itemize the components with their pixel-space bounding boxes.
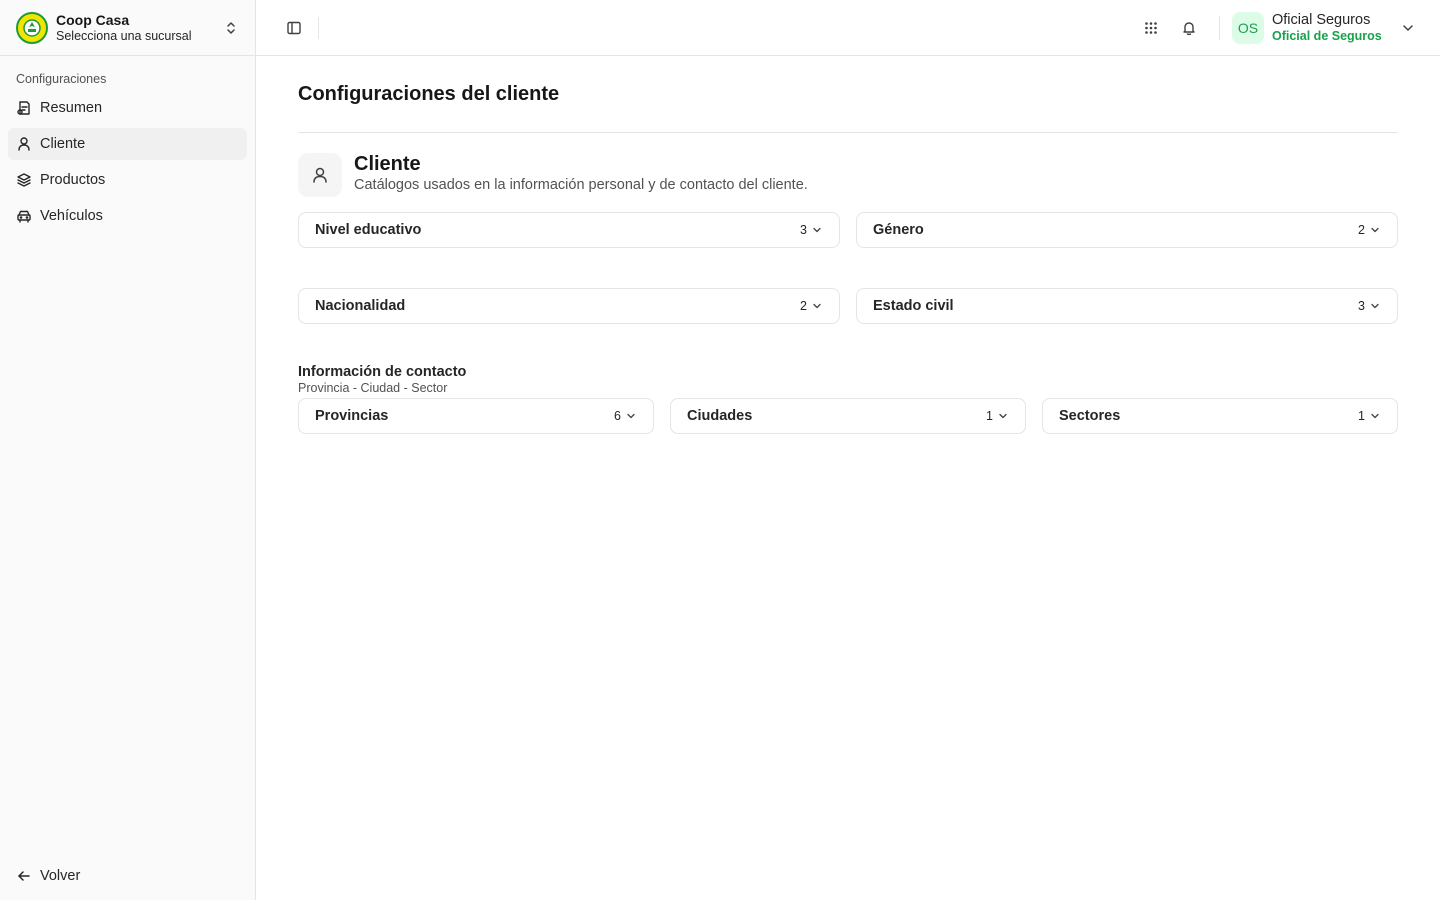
catalog-count: 3 xyxy=(800,223,807,237)
back-label: Volver xyxy=(40,868,81,884)
bell-icon xyxy=(1183,21,1195,35)
catalog-label: Género xyxy=(873,222,924,238)
grid-dots-icon xyxy=(1145,21,1157,34)
chevron-down-icon xyxy=(1403,24,1413,31)
catalog-nivel-educativo[interactable]: Nivel educativo 3 xyxy=(298,212,840,248)
catalog-count: 6 xyxy=(614,409,621,423)
back-button[interactable]: Volver xyxy=(8,860,248,892)
catalog-count: 3 xyxy=(1358,299,1365,313)
sidebar-item-resumen[interactable]: Resumen xyxy=(8,92,247,124)
coop-logo xyxy=(16,11,48,44)
catalog-ciudades[interactable]: Ciudades 1 xyxy=(670,398,1026,434)
section-header: Cliente Catálogos usados en la informaci… xyxy=(298,152,1398,197)
user-icon xyxy=(298,153,342,197)
catalog-label: Ciudades xyxy=(687,408,753,424)
catalog-label: Provincias xyxy=(315,408,389,424)
catalog-nacionalidad[interactable]: Nacionalidad 2 xyxy=(298,288,840,324)
sidebar: Coop Casa Selecciona una sucursal Config… xyxy=(0,0,256,900)
sidebar-toggle-button[interactable] xyxy=(280,14,308,42)
main-content: Configuraciones del cliente Cliente Catá… xyxy=(298,56,1398,434)
catalog-count: 1 xyxy=(986,409,993,423)
section-description: Catálogos usados en la información perso… xyxy=(354,177,808,193)
arrow-left-icon xyxy=(18,871,30,881)
catalog-count: 1 xyxy=(1358,409,1365,423)
header-divider xyxy=(1219,15,1220,40)
org-name: Coop Casa xyxy=(56,11,130,28)
nav-group-label: Configuraciones xyxy=(16,72,107,86)
chevron-down-icon xyxy=(813,227,821,233)
chevron-down-icon xyxy=(813,303,821,309)
chevron-down-icon xyxy=(1371,303,1379,309)
page-title: Configuraciones del cliente xyxy=(298,83,560,105)
user-name: Oficial Seguros xyxy=(1272,11,1371,28)
sidebar-item-label: Productos xyxy=(40,172,106,188)
notifications-button[interactable] xyxy=(1173,12,1205,44)
chevrons-up-down-icon xyxy=(227,21,235,34)
sidebar-item-cliente[interactable]: Cliente xyxy=(8,128,247,160)
chevron-down-icon xyxy=(999,413,1007,419)
user-menu[interactable]: OS Oficial Seguros Oficial de Seguros xyxy=(1232,11,1416,44)
contact-section-subtitle: Provincia - Ciudad - Sector xyxy=(298,381,448,395)
user-role: Oficial de Seguros xyxy=(1272,28,1382,43)
catalog-genero[interactable]: Género 2 xyxy=(856,212,1398,248)
catalog-label: Nivel educativo xyxy=(315,222,422,238)
panel-left-icon xyxy=(287,21,301,34)
header-divider xyxy=(318,16,319,39)
chevron-down-icon xyxy=(1371,227,1379,233)
catalog-label: Estado civil xyxy=(873,298,954,314)
title-divider xyxy=(298,132,1398,133)
catalog-label: Nacionalidad xyxy=(315,298,406,314)
org-switcher[interactable]: Coop Casa Selecciona una sucursal xyxy=(0,0,255,56)
catalog-label: Sectores xyxy=(1059,408,1121,424)
sidebar-item-label: Resumen xyxy=(40,100,103,116)
catalog-count: 2 xyxy=(800,299,807,313)
branch-placeholder: Selecciona una sucursal xyxy=(56,28,192,43)
layers-icon xyxy=(17,173,31,187)
sidebar-nav: Resumen Cliente Productos Vehículos xyxy=(0,92,255,232)
contact-section-title: Información de contacto xyxy=(298,364,467,380)
catalog-count: 2 xyxy=(1358,223,1365,237)
sidebar-item-vehiculos[interactable]: Vehículos xyxy=(8,200,247,232)
chevron-down-icon xyxy=(627,413,635,419)
chevron-down-icon xyxy=(1371,413,1379,419)
catalog-estado-civil[interactable]: Estado civil 3 xyxy=(856,288,1398,324)
car-icon xyxy=(17,210,31,223)
section-title: Cliente xyxy=(354,153,421,175)
top-header: OS Oficial Seguros Oficial de Seguros xyxy=(256,0,1440,56)
receipt-icon xyxy=(17,101,30,115)
sidebar-item-productos[interactable]: Productos xyxy=(8,164,247,196)
sidebar-item-label: Cliente xyxy=(40,136,86,152)
avatar: OS xyxy=(1232,11,1264,44)
apps-button[interactable] xyxy=(1135,12,1167,44)
catalog-provincias[interactable]: Provincias 6 xyxy=(298,398,654,434)
user-icon xyxy=(18,137,30,151)
sidebar-item-label: Vehículos xyxy=(40,208,103,224)
catalog-sectores[interactable]: Sectores 1 xyxy=(1042,398,1398,434)
